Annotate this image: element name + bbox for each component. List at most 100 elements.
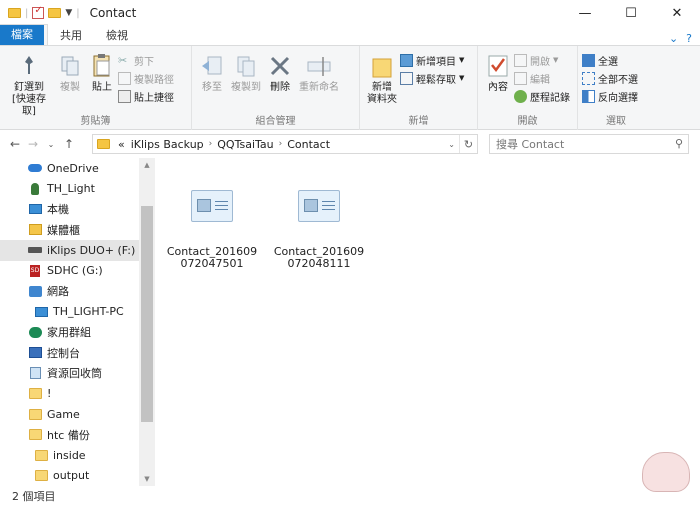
new-folder-icon[interactable] (48, 8, 62, 18)
sidebar-item-onedrive[interactable]: OneDrive (0, 158, 155, 179)
breadcrumb-iklips-backup[interactable]: iKlips Backup (128, 138, 207, 151)
open-group: 內容 開啟 ▼ 編輯 歷程記錄 開啟 (478, 46, 578, 130)
pin-icon (16, 52, 42, 80)
select-all-button[interactable]: 全選 (582, 52, 638, 68)
watermark-logo (642, 452, 690, 492)
easy-access-icon (400, 71, 413, 85)
history-button[interactable]: 歷程記錄 (514, 88, 570, 104)
sidebar-item-sdhc[interactable]: SD SDHC (G:) (0, 261, 155, 282)
invert-selection-button[interactable]: 反向選擇 (582, 88, 638, 104)
paste-label: 貼上 (92, 82, 112, 93)
cut-button[interactable]: ✂ 剪下 (118, 52, 174, 68)
open-button[interactable]: 開啟 ▼ (514, 52, 570, 68)
tab-file[interactable]: 檔案 (0, 25, 44, 45)
breadcrumb-separator-icon[interactable]: › (277, 139, 285, 149)
dropdown-arrow-icon: ▼ (459, 56, 465, 64)
network-icon (28, 285, 42, 297)
address-dropdown-icon[interactable]: ⌄ (448, 140, 455, 149)
breadcrumb-contact[interactable]: Contact (284, 138, 333, 151)
select-all-icon (582, 53, 595, 67)
folder-icon (97, 139, 110, 149)
rename-icon (306, 52, 332, 80)
scroll-down-icon[interactable]: ▼ (139, 472, 155, 486)
sidebar-item-htc-backup[interactable]: htc 備份 (0, 425, 155, 446)
sidebar-item-iklips-drive[interactable]: iKlips DUO+ (F:) (0, 240, 155, 261)
select-none-icon (582, 71, 595, 85)
copy-path-button[interactable]: 複製路徑 (118, 70, 174, 86)
edit-icon (514, 71, 527, 85)
control-panel-icon (28, 347, 42, 359)
sidebar-item-inside[interactable]: inside (0, 445, 155, 466)
new-item-button[interactable]: 新增項目 ▼ (400, 52, 464, 68)
sidebar-item-network[interactable]: 網路 (0, 281, 155, 302)
search-input[interactable]: 搜尋 Contact ⚲ (489, 134, 689, 154)
sidebar-item-label: 控制台 (47, 346, 80, 360)
scroll-up-icon[interactable]: ▲ (139, 158, 155, 172)
sidebar-item-user[interactable]: TH_Light (0, 179, 155, 200)
forward-arrow-icon[interactable]: → (24, 137, 42, 151)
tab-view[interactable]: 檢視 (94, 25, 140, 45)
quick-access-toolbar: | ▼ | (0, 5, 80, 19)
copy-to-icon (233, 52, 259, 80)
sidebar-item-label: TH_Light (47, 182, 95, 196)
open-icon (514, 53, 527, 67)
ribbon: 釘選到 [快速存取] 複製 貼上 ✂ 剪下 複製路徑 貼上捷徑 剪貼簿 移至 複… (0, 46, 700, 130)
sidebar-item-label: TH_LIGHT-PC (53, 305, 124, 319)
sidebar-item-label: ! (47, 387, 52, 401)
organize-group-label: 組合管理 (255, 116, 296, 127)
navigation-bar: ← → ⌄ ↑ « iKlips Backup › QQTsaiTau › Co… (0, 131, 700, 157)
sidebar-item-recycle-bin[interactable]: 資源回收筒 (0, 363, 155, 384)
navigation-scrollbar[interactable]: ▲ ▼ (139, 158, 155, 486)
refresh-icon[interactable]: ↻ (459, 135, 477, 153)
computer-icon (34, 306, 48, 318)
delete-label: 刪除 (270, 82, 290, 93)
easy-access-button[interactable]: 輕鬆存取 ▼ (400, 70, 464, 86)
folder-icon (34, 470, 48, 482)
address-bar[interactable]: « iKlips Backup › QQTsaiTau › Contact ⌄ … (92, 134, 478, 154)
sidebar-item-control-panel[interactable]: 控制台 (0, 343, 155, 364)
usb-drive-icon (28, 244, 42, 256)
properties-icon[interactable] (32, 5, 45, 19)
breadcrumb-separator-icon[interactable]: › (207, 139, 215, 149)
help-icon[interactable]: ? (686, 32, 692, 45)
sidebar-item-this-pc[interactable]: 本機 (0, 199, 155, 220)
file-item[interactable]: Contact_201609 072048111 (269, 158, 369, 270)
scrollbar-thumb[interactable] (141, 206, 153, 422)
recent-locations-chevron-icon[interactable]: ⌄ (42, 140, 60, 149)
scissors-icon: ✂ (118, 53, 128, 67)
chevron-down-icon[interactable]: ⌄ (669, 32, 678, 45)
edit-button[interactable]: 編輯 (514, 70, 570, 86)
sidebar-item-label: inside (53, 448, 86, 462)
history-label: 歷程記錄 (530, 92, 570, 104)
copy-to-label: 複製到 (231, 82, 261, 93)
select-all-label: 全選 (598, 56, 618, 68)
sidebar-item-libraries[interactable]: 媒體櫃 (0, 220, 155, 241)
sidebar-item-folder[interactable]: ! (0, 384, 155, 405)
breadcrumb-qqtsaitau[interactable]: QQTsaiTau (214, 138, 276, 151)
breadcrumb-overflow[interactable]: « (115, 138, 128, 151)
easy-access-label: 輕鬆存取 (416, 74, 456, 86)
open-group-label: 開啟 (517, 116, 538, 127)
file-list: Contact_201609 072047501 Contact_201609 … (156, 158, 700, 486)
folder-icon (34, 449, 48, 461)
select-none-button[interactable]: 全部不選 (582, 70, 638, 86)
customize-dropdown-icon[interactable]: ▼ (65, 8, 72, 18)
sidebar-item-th-light-pc[interactable]: TH_LIGHT-PC (0, 302, 155, 323)
paste-shortcut-button[interactable]: 貼上捷徑 (118, 88, 174, 104)
navigation-pane: OneDrive TH_Light 本機 媒體櫃 iKlips DUO+ (F:… (0, 158, 155, 486)
maximize-button[interactable]: ☐ (608, 0, 654, 26)
sidebar-item-homegroup[interactable]: 家用群組 (0, 322, 155, 343)
minimize-button[interactable]: — (562, 0, 608, 26)
clipboard-group-label: 剪貼簿 (80, 116, 111, 127)
sidebar-item-label: 網路 (47, 285, 69, 299)
file-item[interactable]: Contact_201609 072047501 (162, 158, 262, 270)
edit-label: 編輯 (530, 74, 550, 86)
dropdown-arrow-icon: ▼ (459, 74, 465, 82)
back-arrow-icon[interactable]: ← (6, 137, 24, 151)
move-to-icon (199, 52, 225, 80)
close-button[interactable]: ✕ (654, 0, 700, 26)
sidebar-item-game[interactable]: Game (0, 404, 155, 425)
up-arrow-icon[interactable]: ↑ (60, 137, 78, 151)
tab-share[interactable]: 共用 (48, 25, 94, 45)
sidebar-item-output[interactable]: output (0, 466, 155, 487)
